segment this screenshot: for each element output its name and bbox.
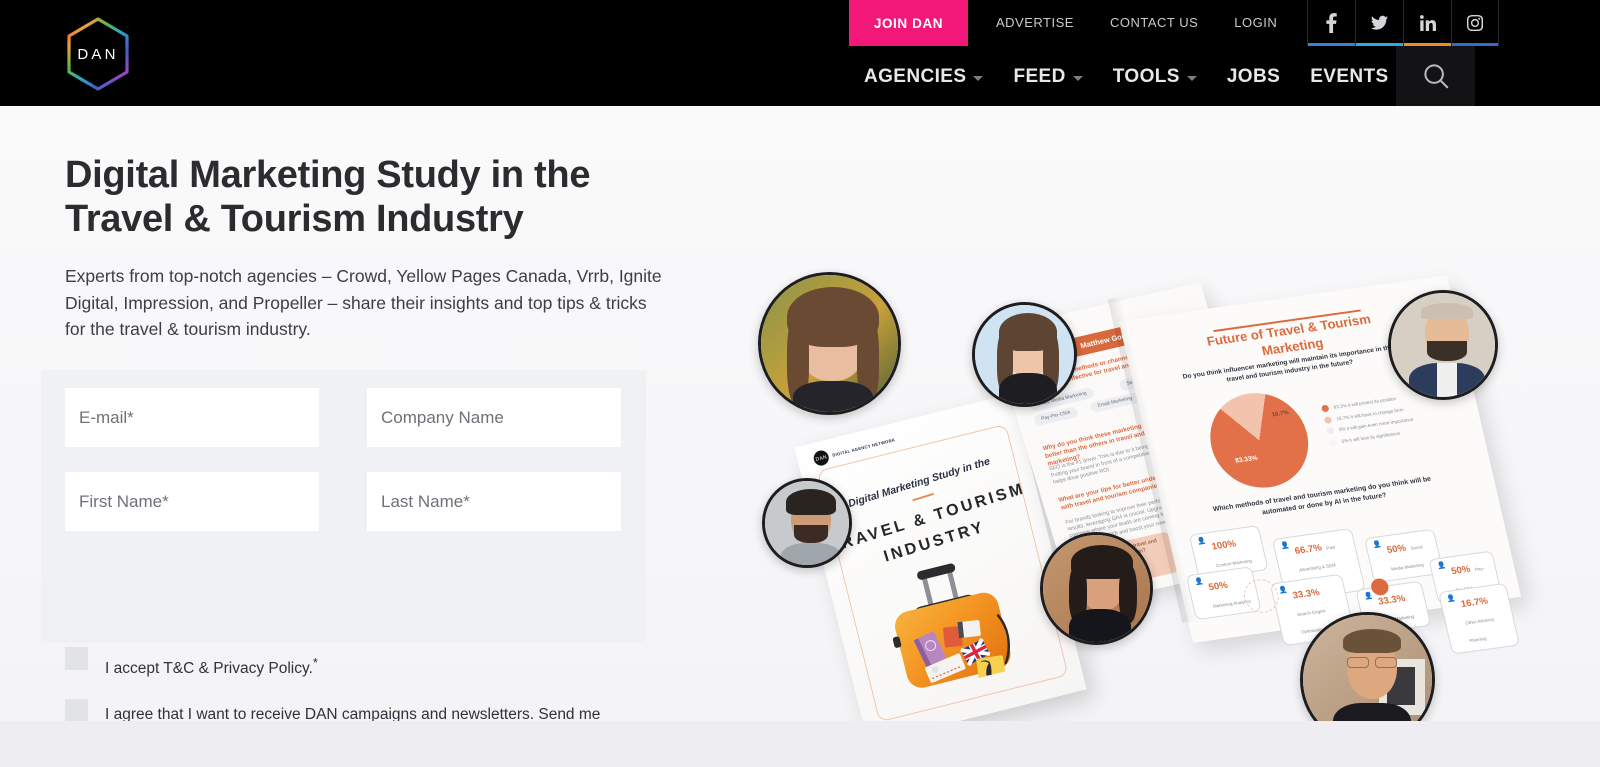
pie-chart	[1200, 386, 1318, 494]
person-icon: 👤	[1372, 541, 1383, 550]
avatar-expert-2[interactable]	[972, 302, 1077, 407]
facebook-icon[interactable]	[1307, 0, 1356, 46]
avatar-photo	[761, 275, 898, 412]
social-links	[1307, 0, 1500, 46]
stat-value-7: 33.3%	[1377, 593, 1407, 608]
form-row-2: First Name* Last Name*	[65, 472, 625, 531]
company-placeholder: Company Name	[381, 407, 504, 427]
page-bottom-strip	[0, 721, 1600, 767]
dan-hexagon-logo[interactable]: DAN	[62, 16, 134, 92]
nav-item-jobs[interactable]: JOBS	[1212, 48, 1295, 106]
newsletter-checkbox[interactable]	[65, 699, 88, 723]
email-placeholder: E-mail*	[79, 407, 134, 427]
terms-label: I accept T&C & Privacy Policy.*	[105, 646, 318, 685]
first-name-field[interactable]: First Name*	[65, 472, 319, 531]
avatar-expert-5[interactable]	[1388, 290, 1498, 400]
hero-copy: Digital Marketing Study in the Travel & …	[65, 153, 665, 343]
avatar-photo	[1043, 535, 1150, 642]
legend-label-4: 0% it will lose its significance	[1340, 430, 1401, 444]
stat-label-8: Other Advisory Planning	[1464, 616, 1495, 644]
nav-item-events[interactable]: EVENTS	[1295, 48, 1403, 106]
person-icon: 👤	[1363, 592, 1374, 601]
stat-value-4: 50%	[1385, 542, 1408, 557]
nav-item-agencies[interactable]: AGENCIES	[849, 48, 998, 106]
utility-link-contact-us[interactable]: CONTACT US	[1092, 0, 1216, 46]
chevron-down-icon	[973, 76, 984, 81]
linkedin-icon[interactable]	[1403, 0, 1452, 46]
nav-label-jobs: JOBS	[1226, 66, 1281, 87]
avatar-photo	[765, 481, 849, 565]
main-navigation: AGENCIES FEED TOOLS JOBS EVENTS	[849, 48, 1404, 106]
stat-value-5: 33.3%	[1291, 586, 1321, 602]
avatar-expert-3[interactable]	[762, 478, 852, 568]
email-field[interactable]: E-mail*	[65, 388, 319, 447]
person-icon: 👤	[1196, 537, 1208, 546]
stat-value-6: 50%	[1450, 563, 1472, 578]
nav-label-tools: TOOLS	[1112, 66, 1180, 87]
avatar-expert-1[interactable]	[758, 272, 901, 415]
person-icon: 👤	[1436, 562, 1447, 571]
company-field[interactable]: Company Name	[367, 388, 621, 447]
person-icon: 👤	[1193, 578, 1205, 587]
stat-value-3: 50%	[1207, 579, 1229, 594]
twitter-icon[interactable]	[1355, 0, 1404, 46]
last-name-placeholder: Last Name*	[381, 491, 470, 511]
search-icon	[1423, 64, 1448, 89]
page-title: Digital Marketing Study in the Travel & …	[65, 154, 591, 240]
stat-value-8: 16.7%	[1459, 595, 1490, 611]
chevron-down-icon	[1072, 76, 1083, 81]
logo-wordmark: DAN	[77, 45, 119, 63]
avatar-photo	[975, 305, 1074, 404]
hero-description: Experts from top-notch agencies – Crowd,…	[65, 266, 662, 339]
nav-item-tools[interactable]: TOOLS	[1098, 48, 1212, 106]
instagram-icon[interactable]	[1451, 0, 1500, 46]
person-icon: 👤	[1277, 586, 1289, 595]
facebook-underline	[1308, 43, 1356, 46]
form-row-1: E-mail* Company Name	[65, 388, 625, 447]
lead-form: E-mail* Company Name First Name* Last Na…	[65, 388, 625, 556]
brochure-logo-mark: DAN	[812, 448, 831, 468]
avatar-expert-4[interactable]	[1040, 532, 1153, 645]
stat-value-1: 100%	[1210, 538, 1238, 553]
utility-links: ADVERTISE CONTACT US LOGIN	[968, 0, 1295, 46]
landing-page: DAN JOIN DAN ADVERTISE CONTACT US LOGIN	[0, 0, 1600, 767]
nav-label-agencies: AGENCIES	[864, 66, 967, 87]
utility-bar: JOIN DAN ADVERTISE CONTACT US LOGIN	[849, 0, 1500, 46]
hero-artwork: DAN DIGITAL AGENCY NETWORK Digital Marke…	[740, 212, 1560, 767]
search-button[interactable]	[1396, 46, 1475, 106]
chevron-down-icon	[1186, 76, 1197, 81]
terms-checkbox[interactable]	[65, 647, 88, 670]
stat-card-8: 👤 16.7% Other Advisory Planning	[1438, 582, 1521, 655]
required-asterisk: *	[312, 655, 318, 670]
consent-row-terms: I accept T&C & Privacy Policy.*	[65, 646, 645, 685]
stat-value-2: 66.7%	[1293, 542, 1323, 557]
nav-label-feed: FEED	[1013, 66, 1066, 87]
utility-link-advertise[interactable]: ADVERTISE	[968, 0, 1092, 46]
nav-item-feed[interactable]: FEED	[998, 48, 1097, 106]
last-name-field[interactable]: Last Name*	[367, 472, 621, 531]
avatar-photo	[1391, 293, 1495, 397]
utility-link-login[interactable]: LOGIN	[1216, 0, 1295, 46]
site-header: DAN JOIN DAN ADVERTISE CONTACT US LOGIN	[0, 0, 1600, 106]
nav-label-events: EVENTS	[1310, 66, 1389, 87]
person-icon: 👤	[1446, 594, 1457, 604]
person-icon: 👤	[1279, 541, 1291, 550]
first-name-placeholder: First Name*	[79, 491, 169, 511]
join-dan-button[interactable]: JOIN DAN	[849, 0, 968, 46]
terms-label-text: I accept T&C & Privacy Policy.	[105, 660, 313, 678]
hero-section: Digital Marketing Study in the Travel & …	[0, 106, 1600, 767]
